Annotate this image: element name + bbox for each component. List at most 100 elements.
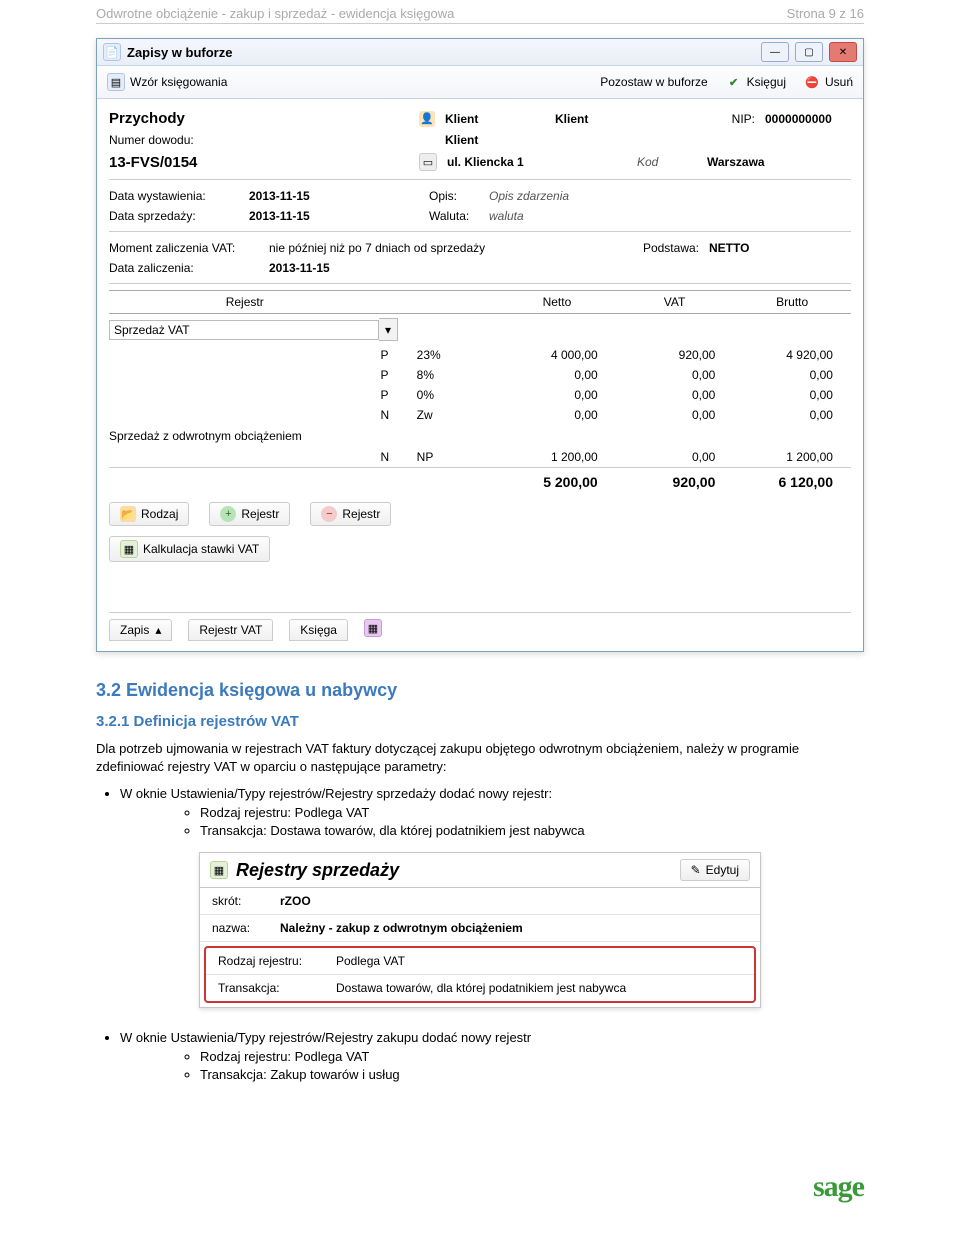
- kod-label: Kod: [637, 155, 697, 169]
- nazwa-label: nazwa:: [212, 921, 272, 935]
- data-zal: 2013-11-15: [269, 261, 330, 275]
- rate: 23%: [417, 348, 498, 362]
- data-wyst: 2013-11-15: [249, 189, 419, 203]
- header-rule: [96, 23, 864, 24]
- page-header-left: Odwrotne obciążenie - zakup i sprzedaż -…: [96, 6, 454, 21]
- maximize-button[interactable]: ▢: [795, 42, 823, 62]
- footer-logo: sage: [16, 1090, 944, 1204]
- pn: N: [380, 408, 416, 422]
- brutto: 1 200,00: [733, 450, 851, 464]
- vat: 920,00: [616, 348, 734, 362]
- vat-rows-1: P23%4 000,00920,004 920,00 P8%0,000,000,…: [109, 345, 851, 425]
- paragraph-intro: Dla potrzeb ujmowania w rejestrach VAT f…: [96, 740, 864, 776]
- rate: 8%: [417, 368, 498, 382]
- rodzaj-value: Podlega VAT: [336, 954, 405, 968]
- bullet-zakup: W oknie Ustawienia/Typy rejestrów/Rejest…: [120, 1030, 531, 1045]
- netto: 0,00: [498, 408, 616, 422]
- brutto: 4 920,00: [733, 348, 851, 362]
- rodzaj-label: Rodzaj rejestru:: [218, 954, 328, 968]
- vat: 0,00: [616, 368, 734, 382]
- sub-item: Rodzaj rejestru: Podlega VAT: [200, 805, 864, 820]
- minimize-button[interactable]: —: [761, 42, 789, 62]
- opis-val: Opis zdarzenia: [489, 189, 569, 203]
- list-item: W oknie Ustawienia/Typy rejestrów/Rejest…: [120, 1030, 864, 1082]
- brutto: 0,00: [733, 408, 851, 422]
- edytuj-button[interactable]: ✎ Edytuj: [680, 859, 750, 881]
- col-brutto: Brutto: [733, 295, 851, 309]
- netto: 0,00: [498, 388, 616, 402]
- window-icon: 📄: [103, 43, 121, 61]
- stop-icon: ⛔: [804, 74, 820, 90]
- numer-label: Numer dowodu:: [109, 133, 409, 147]
- titlebar: 📄 Zapisy w buforze — ▢ ✕: [97, 39, 863, 66]
- nip-label: NIP:: [685, 112, 755, 126]
- rejestry-panel: ▦ Rejestry sprzedaży ✎ Edytuj skrót: rZO…: [199, 852, 761, 1008]
- rejestr-del-button[interactable]: −Rejestr: [310, 502, 391, 526]
- register2-label: Sprzedaż z odwrotnym obciążeniem: [109, 425, 851, 447]
- usun-button[interactable]: ⛔ Usuń: [804, 74, 853, 90]
- wzor-button[interactable]: ▤ Wzór księgowania: [107, 73, 227, 91]
- buffer-label: Pozostaw w buforze: [600, 75, 707, 89]
- rate: Zw: [417, 408, 498, 422]
- window-body: Przychody 👤 Klient Klient NIP: 000000000…: [97, 99, 863, 651]
- rate: 0%: [417, 388, 498, 402]
- toolbar: ▤ Wzór księgowania Pozostaw w buforze ✔ …: [97, 66, 863, 99]
- przychody-label: Przychody: [109, 110, 409, 127]
- tab-rejestr[interactable]: Rejestr VAT: [188, 619, 273, 641]
- pn: N: [380, 450, 416, 464]
- adres: ul. Kliencka 1: [447, 155, 627, 169]
- plus-icon: +: [220, 506, 236, 522]
- sage-logo: sage: [813, 1170, 864, 1204]
- data-sprz: 2013-11-15: [249, 209, 419, 223]
- trans-value: Dostawa towarów, dla której podatnikiem …: [336, 981, 626, 995]
- check-icon: ✔: [726, 74, 742, 90]
- rate: NP: [417, 450, 498, 464]
- close-button[interactable]: ✕: [829, 42, 857, 62]
- ksieguj-button[interactable]: ✔ Księguj: [726, 74, 786, 90]
- footer-tabs: Zapis▴ Rejestr VAT Księga ▦: [109, 612, 851, 641]
- col-rejestr: Rejestr: [109, 295, 380, 309]
- tab-ksiega[interactable]: Księga: [289, 619, 348, 641]
- waluta-val: waluta: [489, 209, 524, 223]
- vat: 0,00: [616, 408, 734, 422]
- panel-title: Rejestry sprzedaży: [236, 860, 399, 881]
- data-zal-label: Data zaliczenia:: [109, 261, 259, 275]
- window-title: Zapisy w buforze: [127, 45, 232, 60]
- rejestr-add-button[interactable]: + Rejestr: [209, 502, 290, 526]
- caret-up-icon: ▴: [155, 623, 161, 637]
- brutto: 0,00: [733, 368, 851, 382]
- vat: 0,00: [616, 388, 734, 402]
- rejestr-add-label: Rejestr: [241, 507, 279, 521]
- tab-zapis[interactable]: Zapis ▴: [109, 619, 172, 641]
- total-netto: 5 200,00: [498, 474, 616, 490]
- podstawa-val: NETTO: [709, 241, 749, 255]
- netto: 0,00: [498, 368, 616, 382]
- heading-3-2-1: 3.2.1 Definicja rejestrów VAT: [96, 713, 864, 730]
- register-select[interactable]: [109, 320, 379, 340]
- card-icon: ▭: [419, 153, 437, 171]
- miasto: Warszawa: [707, 155, 765, 169]
- wzor-label: Wzór księgowania: [130, 75, 227, 89]
- edytuj-label: Edytuj: [706, 863, 739, 877]
- person-icon: 👤: [419, 111, 435, 127]
- vat: 0,00: [616, 450, 734, 464]
- kalkulacja-button[interactable]: ▦Kalkulacja stawki VAT: [109, 536, 270, 562]
- dropdown-icon[interactable]: ▾: [379, 318, 398, 341]
- list-item: W oknie Ustawienia/Typy rejestrów/Rejest…: [120, 786, 864, 838]
- nazwa-value: Należny - zakup z odwrotnym obciążeniem: [280, 921, 523, 935]
- total-vat: 920,00: [616, 474, 734, 490]
- minus-icon: −: [321, 506, 337, 522]
- tab-zapis-label: Zapis: [120, 623, 149, 637]
- grid-icon: ▦: [210, 861, 228, 879]
- total-brutto: 6 120,00: [733, 474, 851, 490]
- buffer-button[interactable]: Pozostaw w buforze: [600, 75, 707, 89]
- sub-item: Rodzaj rejestru: Podlega VAT: [200, 1049, 864, 1064]
- podstawa-label: Podstawa:: [599, 241, 699, 255]
- rodzaj-button[interactable]: 📂Rodzaj: [109, 502, 189, 526]
- vat-rows-2: NNP1 200,000,001 200,00: [109, 447, 851, 467]
- skrot-value: rZOO: [280, 894, 311, 908]
- calendar-icon: ▦: [120, 540, 138, 558]
- skrot-label: skrót:: [212, 894, 272, 908]
- opis-label: Opis:: [429, 189, 479, 203]
- rejestr-del-label: Rejestr: [342, 507, 380, 521]
